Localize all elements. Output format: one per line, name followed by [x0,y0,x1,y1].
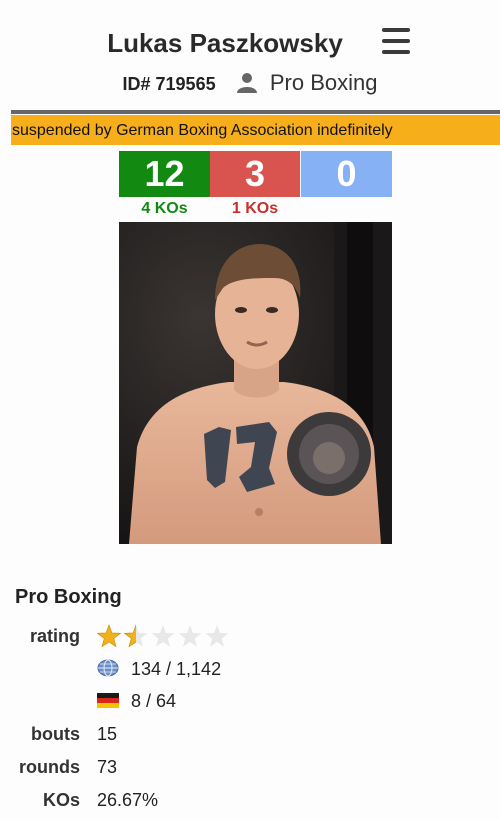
germany-flag-icon [97,692,119,708]
rating-stars [97,624,229,648]
country-rank: 8 / 64 [97,691,176,712]
person-icon [236,73,257,94]
kos-value: 26.67% [97,790,159,810]
id-line: ID# 719565 Pro Boxing [0,70,500,96]
bouts-value: 15 [97,724,118,744]
world-rank: 134 / 1,142 [97,659,221,680]
rounds-value: 73 [97,757,118,777]
world-rank-value: 134 / 1,142 [131,659,222,679]
hamburger-menu-icon[interactable] [382,28,410,54]
bouts-label: bouts [31,724,80,744]
globe-icon [97,659,119,677]
rating-star [205,625,229,647]
rating-label: rating [29,626,80,646]
kos-label: KOs [42,790,80,810]
boxer-photo [119,222,392,544]
rating-star [97,624,121,648]
loss-kos: 1 KOs [231,200,279,217]
rating-star [124,624,148,648]
rating-star [151,625,175,647]
draws-count: 0 [301,151,392,197]
boxer-id: ID# 719565 [122,74,216,94]
header-divider [11,110,500,114]
wins-count: 12 [119,151,210,197]
profile-header: Lukas Paszkowsky ID# 719565 Pro Boxing [0,0,500,110]
suspension-banner: suspended by German Boxing Association i… [11,115,500,145]
category-label: Pro Boxing [269,70,378,95]
section-title: Pro Boxing [15,586,122,608]
rating-star [178,625,202,647]
rounds-label: rounds [19,757,80,777]
country-rank-value: 8 / 64 [131,691,177,711]
win-kos: 4 KOs [141,200,188,217]
losses-count: 3 [210,151,300,197]
